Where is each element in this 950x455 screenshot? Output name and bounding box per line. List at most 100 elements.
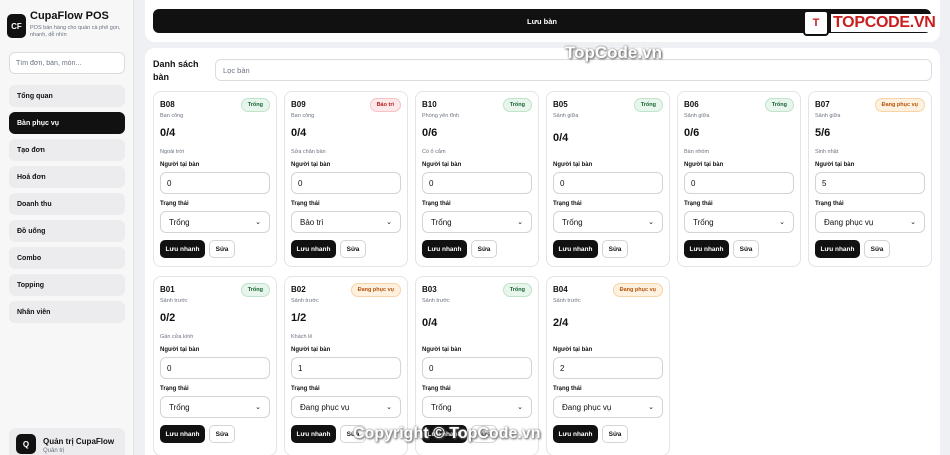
status-select[interactable]: Trống ⌄ [684,211,794,233]
chevron-down-icon: ⌄ [779,219,785,226]
user-name: Quản trị CupaFlow [43,437,115,446]
table-occupancy: 0/6 [422,127,438,139]
edit-button[interactable]: Sửa [471,240,497,258]
table-area: Sảnh giữa [684,113,710,119]
guests-input[interactable] [160,172,270,194]
status-select[interactable]: Trống ⌄ [553,211,663,233]
status-label: Trạng thái [291,386,320,392]
table-note: Có ổ cắm [422,149,446,155]
guests-label: Người tại bàn [422,162,462,168]
table-occupancy: 1/2 [291,312,307,324]
chevron-down-icon: ⌄ [386,219,392,226]
guests-label: Người tại bàn [291,162,331,168]
table-area: Ban công [291,113,315,119]
quick-save-button[interactable]: Lưu nhanh [160,425,205,443]
status-label: Trạng thái [684,201,713,207]
brand-name: CupaFlow POS [30,10,109,22]
status-select[interactable]: Đang phục vụ ⌄ [291,396,401,418]
guests-label: Người tại bàn [422,347,462,353]
guests-label: Người tại bàn [815,162,855,168]
guests-label: Người tại bàn [291,347,331,353]
edit-button[interactable]: Sửa [602,425,628,443]
status-label: Trạng thái [422,201,451,207]
watermark-logo-icon: T [803,10,829,36]
status-badge: Trống [764,98,794,112]
table-occupancy: 0/4 [553,132,569,144]
status-label: Trạng thái [160,201,189,207]
table-note: Khách lẻ [291,334,313,340]
status-select[interactable]: Bảo trì ⌄ [291,211,401,233]
guests-input[interactable] [291,357,401,379]
table-area: Ban công [160,113,184,119]
status-badge: Bảo trì [369,98,401,112]
table-code: B03 [422,285,437,294]
edit-button[interactable]: Sửa [733,240,759,258]
guests-input[interactable] [815,172,925,194]
guests-input[interactable] [553,357,663,379]
status-badge: Trống [633,98,663,112]
sidebar-item-revenue[interactable]: Doanh thu [9,193,125,215]
table-area: Phòng yên tĩnh [422,113,460,119]
quick-save-button[interactable]: Lưu nhanh [160,240,205,258]
sidebar-item-combo[interactable]: Combo [9,247,125,269]
quick-save-button[interactable]: Lưu nhanh [553,240,598,258]
status-select[interactable]: Trống ⌄ [160,211,270,233]
status-badge: Đang phục vụ [612,283,663,297]
edit-button[interactable]: Sửa [602,240,628,258]
sidebar: CF CupaFlow POS POS bán hàng cho quán cà… [0,0,134,455]
quick-save-button[interactable]: Lưu nhanh [815,240,860,258]
status-select[interactable]: Đang phục vụ ⌄ [815,211,925,233]
quick-save-button[interactable]: Lưu nhanh [291,240,336,258]
quick-save-button[interactable]: Lưu nhanh [553,425,598,443]
guests-input[interactable] [422,357,532,379]
guests-label: Người tại bàn [553,162,593,168]
table-area: Sảnh trước [553,298,581,304]
edit-button[interactable]: Sửa [209,240,235,258]
status-select[interactable]: Trống ⌄ [422,396,532,418]
chevron-down-icon: ⌄ [517,219,523,226]
status-select-value: Trống [169,402,190,412]
sidebar-item-invoices[interactable]: Hoá đơn [9,166,125,188]
sidebar-item-drinks[interactable]: Đồ uống [9,220,125,242]
table-code: B07 [815,100,830,109]
table-card: B08 Ban công Trống 0/4 Ngoài trời Người tại b… [153,91,277,267]
sidebar-item-topping[interactable]: Topping [9,274,125,296]
chevron-down-icon: ⌄ [255,404,261,411]
edit-button[interactable]: Sửa [864,240,890,258]
status-badge: Đang phục vụ [874,98,925,112]
sidebar-item-tables[interactable]: Bàn phục vụ [9,112,125,134]
status-select-value: Trống [431,402,452,412]
table-occupancy: 0/4 [422,317,438,329]
guests-input[interactable] [553,172,663,194]
status-select[interactable]: Trống ⌄ [422,211,532,233]
status-badge: Trống [502,283,532,297]
watermark-top: TopCode.vn [565,43,662,62]
sidebar-item-create-order[interactable]: Tạo đơn [9,139,125,161]
quick-save-button[interactable]: Lưu nhanh [291,425,336,443]
table-card: B05 Sảnh giữa Trống 0/4 Người tại bàn Trạng t… [546,91,670,267]
table-occupancy: 0/4 [291,127,307,139]
status-select[interactable]: Đang phục vụ ⌄ [553,396,663,418]
user-card[interactable]: Q Quản trị CupaFlow Quản trị [9,428,125,455]
table-occupancy: 0/2 [160,312,176,324]
guests-input[interactable] [422,172,532,194]
table-note: Sửa chân bàn [291,149,326,155]
table-code: B01 [160,285,175,294]
status-badge: Trống [240,98,270,112]
table-card: B07 Sảnh giữa Đang phục vụ 5/6 Sinh nhật Ngườ… [808,91,932,267]
table-card: B09 Ban công Bảo trì 0/4 Sửa chân bàn Người t… [284,91,408,267]
sidebar-item-overview[interactable]: Tổng quan [9,85,125,107]
table-note: Bàn nhóm [684,149,710,155]
edit-button[interactable]: Sửa [209,425,235,443]
quick-save-button[interactable]: Lưu nhanh [422,240,467,258]
guests-label: Người tại bàn [160,347,200,353]
guests-input[interactable] [160,357,270,379]
quick-save-button[interactable]: Lưu nhanh [684,240,729,258]
sidebar-item-staff[interactable]: Nhân viên [9,301,125,323]
guests-input[interactable] [291,172,401,194]
watermark-logo: T TOPCODE.VN [803,10,938,36]
guests-input[interactable] [684,172,794,194]
edit-button[interactable]: Sửa [340,240,366,258]
status-select[interactable]: Trống ⌄ [160,396,270,418]
sidebar-search-input[interactable] [9,52,125,74]
